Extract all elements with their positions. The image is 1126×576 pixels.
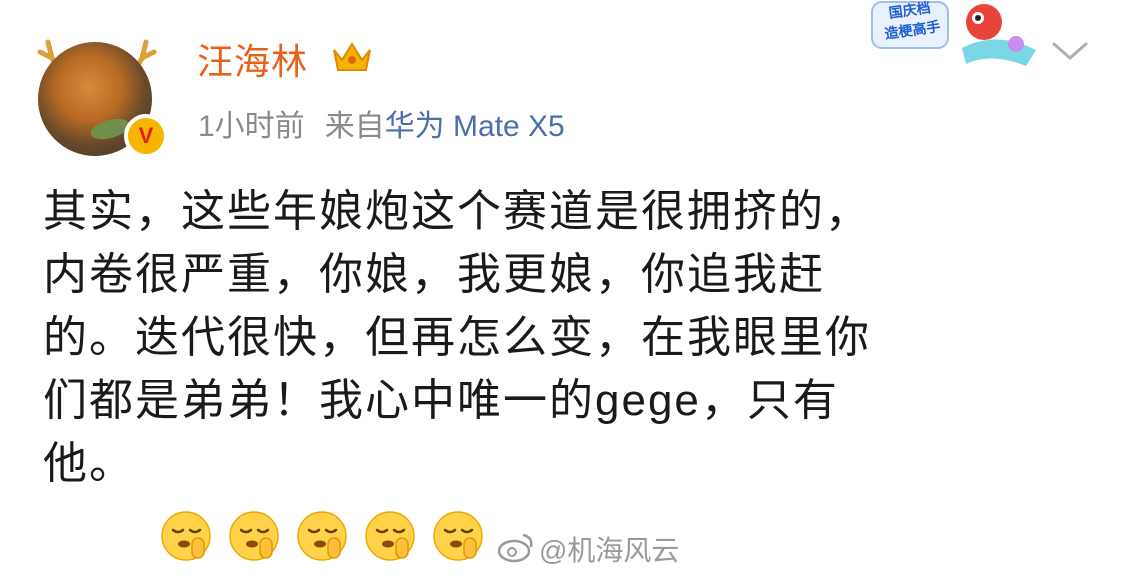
username[interactable]: 汪海林 [197,33,308,85]
post-time: 1小时前 [198,110,305,143]
post-body: 其实，这些年娘炮这个赛道是很拥挤的， 内卷很严重，你娘，我更娘，你追我赶 的。迭… [43,180,1093,495]
crown-icon [333,42,371,71]
post-line: 其实，这些年娘炮这个赛道是很拥挤的， [43,187,871,236]
avatar[interactable]: V [37,39,168,158]
shush-face-icon [297,511,347,561]
post-line: 们都是弟弟！我心中唯一的gege，只有 [43,376,839,425]
post-line: 的。迭代很快，但再怎么变，在我眼里你 [43,313,871,362]
device-link[interactable]: 华为 Mate X5 [385,110,565,143]
watermark-text: @机海风云 [539,535,680,566]
shush-face-icon [229,511,279,561]
verified-badge: V [124,114,168,158]
weibo-logo-icon [497,533,533,563]
shush-face-icon [161,511,211,561]
chevron-down-icon[interactable] [1050,38,1090,64]
source-label: 来自 [324,110,385,143]
shush-face-icon [433,511,483,561]
shush-face-icon [365,511,415,561]
post-line: 他。 [43,439,135,488]
post-line: 内卷很严重，你娘，我更娘，你追我赶 [43,250,825,299]
post-meta: 1小时前 来自华为 Mate X5 [198,101,565,145]
